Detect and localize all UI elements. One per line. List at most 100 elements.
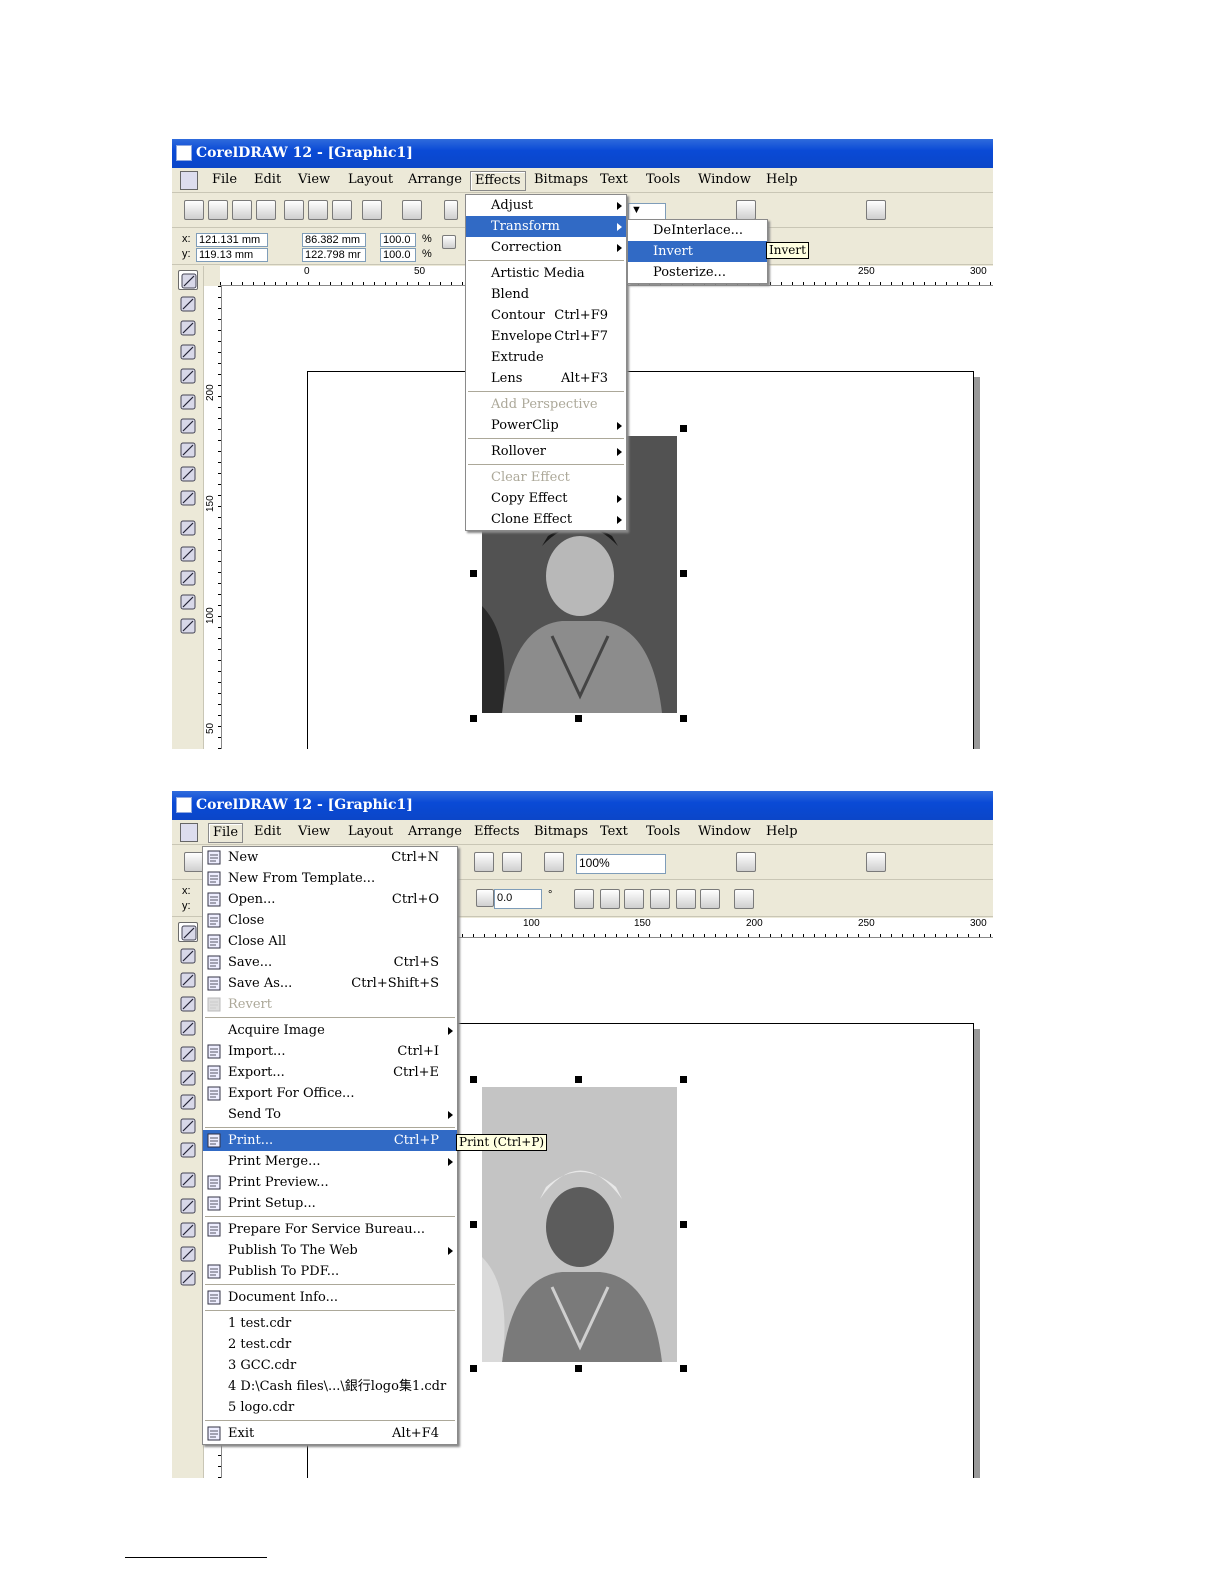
menu-item-adjust[interactable]: Adjust bbox=[466, 195, 626, 216]
export-icon[interactable] bbox=[474, 852, 494, 872]
menu-item-contour[interactable]: Contour Ctrl+F9 bbox=[466, 305, 626, 326]
selection-handle[interactable] bbox=[470, 1365, 477, 1372]
menu-item-prepare-for-service-bureau[interactable]: Prepare For Service Bureau... bbox=[203, 1219, 457, 1240]
shape-tool-icon[interactable] bbox=[178, 294, 198, 314]
selection-handle[interactable] bbox=[680, 715, 687, 722]
menu-edit[interactable]: Edit bbox=[250, 171, 285, 191]
menu-item-deinterlace[interactable]: DeInterlace... bbox=[628, 220, 767, 241]
fill-tool-icon[interactable] bbox=[178, 1244, 198, 1264]
freehand-tool-icon[interactable] bbox=[178, 994, 198, 1014]
graph-paper-tool-icon[interactable] bbox=[178, 440, 198, 460]
menu-tools[interactable]: Tools bbox=[642, 823, 684, 843]
menu-item-print[interactable]: Print... Ctrl+P bbox=[203, 1130, 457, 1151]
color-palette-icon[interactable] bbox=[866, 852, 886, 872]
undo-icon[interactable] bbox=[362, 200, 382, 220]
color-palette-icon[interactable] bbox=[866, 200, 886, 220]
color-mask-icon[interactable] bbox=[700, 889, 720, 909]
interactive-fill-tool-icon[interactable] bbox=[178, 1268, 198, 1288]
menu-arrange[interactable]: Arrange bbox=[404, 171, 466, 191]
menu-item-new[interactable]: New Ctrl+N bbox=[203, 847, 457, 868]
menu-item-posterize[interactable]: Posterize... bbox=[628, 262, 767, 283]
paste-icon[interactable] bbox=[332, 200, 352, 220]
pick-tool-icon[interactable] bbox=[178, 270, 198, 290]
graph-paper-tool-icon[interactable] bbox=[178, 1092, 198, 1112]
outline-tool-icon[interactable] bbox=[178, 1220, 198, 1240]
menu-item-transform[interactable]: Transform bbox=[466, 216, 626, 237]
copy-icon[interactable] bbox=[308, 200, 328, 220]
menu-item-copy-effect[interactable]: Copy Effect bbox=[466, 488, 626, 509]
menu-bitmaps[interactable]: Bitmaps bbox=[530, 171, 592, 191]
photo-inverted[interactable] bbox=[482, 1087, 677, 1362]
selection-handle[interactable] bbox=[470, 715, 477, 722]
ellipse-tool-icon[interactable] bbox=[178, 416, 198, 436]
menu-item-4-d-cash-files-logo-1-cdr[interactable]: 4 D:\Cash files\...\銀行logo集1.cdr bbox=[203, 1376, 457, 1397]
mirror-h-icon[interactable] bbox=[574, 889, 594, 909]
outline-tool-icon[interactable] bbox=[178, 568, 198, 588]
menu-item-rollover[interactable]: Rollover bbox=[466, 441, 626, 462]
bitmap-edit-icon[interactable] bbox=[624, 889, 644, 909]
menu-text[interactable]: Text bbox=[596, 823, 632, 843]
text-tool-icon[interactable] bbox=[178, 1140, 198, 1160]
scale-y-field[interactable]: 100.0 bbox=[380, 248, 416, 262]
ellipse-tool-icon[interactable] bbox=[178, 1068, 198, 1088]
launcher-icon[interactable] bbox=[502, 852, 522, 872]
rectangle-tool-icon[interactable] bbox=[178, 1044, 198, 1064]
template-icon[interactable] bbox=[208, 200, 228, 220]
interactive-blend-tool-icon[interactable] bbox=[178, 518, 198, 538]
menu-layout[interactable]: Layout bbox=[344, 171, 397, 191]
menu-item-publish-to-the-web[interactable]: Publish To The Web bbox=[203, 1240, 457, 1261]
menu-text[interactable]: Text bbox=[596, 171, 632, 191]
import-icon[interactable] bbox=[444, 200, 458, 220]
mirror-v-icon[interactable] bbox=[600, 889, 620, 909]
eyedropper-tool-icon[interactable] bbox=[178, 544, 198, 564]
resample-icon[interactable] bbox=[676, 889, 696, 909]
menu-item-clone-effect[interactable]: Clone Effect bbox=[466, 509, 626, 530]
eyedropper-tool-icon[interactable] bbox=[178, 1196, 198, 1216]
menu-item-document-info[interactable]: Document Info... bbox=[203, 1287, 457, 1308]
new-icon[interactable] bbox=[184, 200, 204, 220]
shape-tool-icon[interactable] bbox=[178, 946, 198, 966]
menu-item-lens[interactable]: Lens Alt+F3 bbox=[466, 368, 626, 389]
trace-icon[interactable] bbox=[650, 889, 670, 909]
smart-fill-tool-icon[interactable] bbox=[178, 1018, 198, 1038]
open-icon[interactable] bbox=[232, 200, 252, 220]
menu-item-3-gcc-cdr[interactable]: 3 GCC.cdr bbox=[203, 1355, 457, 1376]
zoom-level-field[interactable]: 100% bbox=[576, 854, 666, 874]
snap-icon[interactable] bbox=[736, 852, 756, 872]
menu-item-save-as[interactable]: Save As... Ctrl+Shift+S bbox=[203, 973, 457, 994]
lock-ratio-icon[interactable] bbox=[442, 235, 456, 249]
menu-item-correction[interactable]: Correction bbox=[466, 237, 626, 258]
document-icon[interactable] bbox=[180, 823, 198, 842]
fill-tool-icon[interactable] bbox=[178, 592, 198, 612]
basic-shapes-tool-icon[interactable] bbox=[178, 1116, 198, 1136]
rectangle-tool-icon[interactable] bbox=[178, 392, 198, 412]
options-icon[interactable] bbox=[544, 852, 564, 872]
selection-handle[interactable] bbox=[470, 1076, 477, 1083]
selection-handle[interactable] bbox=[680, 570, 687, 577]
menu-tools[interactable]: Tools bbox=[642, 171, 684, 191]
selection-handle[interactable] bbox=[470, 1221, 477, 1228]
freehand-tool-icon[interactable] bbox=[178, 342, 198, 362]
menu-item-blend[interactable]: Blend bbox=[466, 284, 626, 305]
selection-handle[interactable] bbox=[680, 1221, 687, 1228]
wrap-text-icon[interactable] bbox=[734, 889, 754, 909]
menu-item-close[interactable]: Close bbox=[203, 910, 457, 931]
menu-item-open[interactable]: Open... Ctrl+O bbox=[203, 889, 457, 910]
new-icon[interactable] bbox=[184, 852, 204, 872]
menu-item-print-merge[interactable]: Print Merge... bbox=[203, 1151, 457, 1172]
selection-handle[interactable] bbox=[680, 1076, 687, 1083]
menu-arrange[interactable]: Arrange bbox=[404, 823, 466, 843]
menu-item-new-from-template[interactable]: New From Template... bbox=[203, 868, 457, 889]
menu-view[interactable]: View bbox=[294, 823, 334, 843]
menu-help[interactable]: Help bbox=[762, 823, 802, 843]
selection-handle[interactable] bbox=[680, 425, 687, 432]
menu-item-import[interactable]: Import... Ctrl+I bbox=[203, 1041, 457, 1062]
menu-file[interactable]: File bbox=[208, 823, 244, 843]
pick-tool-icon[interactable] bbox=[178, 922, 198, 942]
menu-item-print-setup[interactable]: Print Setup... bbox=[203, 1193, 457, 1214]
menu-help[interactable]: Help bbox=[762, 171, 802, 191]
scale-x-field[interactable]: 100.0 bbox=[380, 233, 416, 247]
menu-window[interactable]: Window bbox=[694, 171, 755, 191]
rotate-icon[interactable] bbox=[476, 889, 494, 907]
menu-view[interactable]: View bbox=[294, 171, 334, 191]
